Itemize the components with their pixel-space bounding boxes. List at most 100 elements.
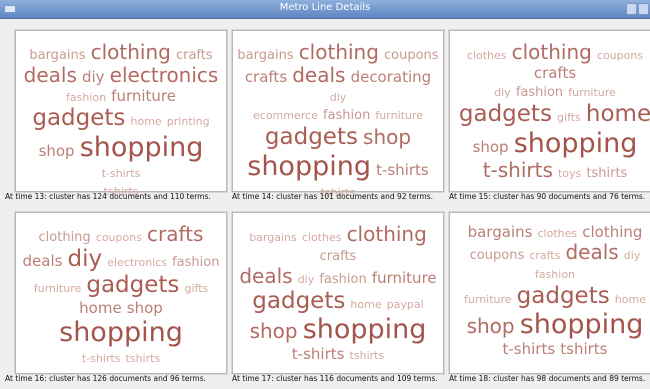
tag-term: clothing	[511, 40, 592, 64]
tag-term: crafts	[319, 249, 357, 264]
tag-term: clothing	[90, 40, 171, 64]
tag-term: clothes	[537, 227, 578, 240]
tag-term: tshirts	[349, 349, 385, 363]
tag-term: fashion	[534, 268, 576, 282]
tag-term: deals	[22, 252, 63, 270]
tag-term: clothing	[582, 223, 643, 241]
tag-term: crafts	[533, 64, 577, 82]
tag-term: crafts	[147, 222, 204, 246]
title-bar[interactable]: Metro Line Details	[0, 0, 650, 19]
tag-term: t-shirts	[81, 352, 121, 366]
cluster-caption: At time 17: cluster has 116 documents an…	[232, 374, 438, 383]
tag-term: furniture	[464, 292, 512, 306]
tag-term: t-shirts	[376, 160, 429, 179]
tag-term: shop	[363, 125, 412, 150]
tag-term: decorating	[350, 68, 432, 86]
tag-term: toys	[557, 166, 582, 180]
tag-term: deals	[239, 263, 293, 288]
tag-term: deals	[565, 240, 619, 265]
tag-term: fashion	[515, 85, 564, 101]
tag-term: electronics	[109, 63, 219, 87]
tag-cloud-panel: bargains clothes clothing coupons crafts …	[449, 212, 650, 374]
tag-term: diy	[623, 249, 641, 263]
tag-cloud-line: deals diy electronics	[20, 64, 222, 87]
tag-term: shopping	[247, 150, 371, 182]
tag-term: fashion	[319, 271, 367, 287]
tag-term: shop	[249, 319, 298, 344]
tag-term: crafts	[529, 249, 561, 263]
tag-term: home	[614, 292, 646, 306]
tag-cloud-line: bargains clothing crafts	[20, 41, 222, 64]
tag-cloud-line: t-shirts tshirts	[237, 345, 439, 363]
tag-cloud-line: home shop shopping	[20, 299, 222, 348]
tag-cloud-line: furniture gadgets gifts	[20, 272, 222, 298]
cluster-caption: At time 15: cluster has 90 documents and…	[449, 192, 646, 201]
tag-term: t-shirts	[502, 340, 556, 359]
tag-cloud-line: deals diy fashion furniture	[237, 263, 439, 288]
tag-term: clothes	[301, 231, 342, 244]
tag-term: shop	[38, 141, 75, 160]
tag-cloud-line: fashion furniture	[20, 87, 222, 105]
tag-term: bargains	[237, 48, 294, 63]
tag-term: t-shirts	[101, 166, 141, 180]
tag-cloud-line: crafts deals decorating diy	[237, 64, 439, 105]
tag-term: electronics	[107, 256, 168, 269]
metro-line-details-window: Metro Line Details bargains clothing cra…	[0, 0, 650, 389]
tag-cloud-line: shop shopping t-shirts	[20, 132, 222, 181]
tag-term: shopping	[79, 131, 204, 163]
tag-cloud-line: clothes clothing coupons crafts	[454, 41, 650, 82]
tag-cloud-line: coupons crafts deals diy fashion	[454, 241, 650, 282]
cluster-caption: At time 16: cluster has 126 documents an…	[5, 374, 206, 383]
tag-term: gadgets	[516, 282, 610, 309]
tag-cloud-line: t-shirts toys tshirts	[454, 158, 650, 182]
tag-term: diy	[67, 246, 103, 272]
tag-term: gifts	[184, 282, 209, 296]
tag-term: clothing	[298, 40, 379, 64]
tag-cloud: bargains clothes clothing crafts deals di…	[233, 223, 443, 364]
tag-term: gifts	[557, 111, 581, 125]
tag-term: gadgets	[86, 272, 180, 299]
tag-cloud: clothes clothing coupons crafts diy fashi…	[450, 41, 650, 182]
tag-cloud-line: shop shopping	[237, 314, 439, 345]
minimize-icon[interactable]	[626, 3, 637, 15]
tag-cloud-line: gadgets home printing	[20, 105, 222, 131]
tag-cloud-line: shop shopping	[454, 128, 650, 159]
tag-term: coupons	[384, 48, 439, 63]
tag-cloud: bargains clothing crafts deals diy electr…	[16, 41, 226, 200]
tag-cloud-line: t-shirts tshirts	[454, 340, 650, 358]
tag-term: shopping	[59, 317, 183, 349]
tag-term: furniture	[33, 282, 82, 296]
tag-cloud-line: ecommerce fashion furniture	[237, 105, 439, 124]
tag-cloud: bargains clothes clothing coupons crafts …	[450, 223, 650, 359]
tag-term: fashion	[322, 108, 371, 124]
tag-term: shopping	[513, 127, 638, 159]
tag-term: diy	[297, 272, 315, 286]
tag-term: shop	[472, 137, 509, 156]
tag-term: furniture	[568, 86, 616, 100]
cluster-caption: At time 14: cluster has 101 documents an…	[232, 192, 433, 201]
tag-term: gadgets	[458, 101, 552, 128]
tag-term: gadgets	[264, 124, 358, 151]
tag-term: coupons	[469, 248, 525, 264]
tag-term: gadgets	[32, 105, 126, 132]
tag-term: bargains	[467, 223, 533, 241]
tag-term: crafts	[175, 48, 213, 63]
tag-term: shop	[126, 298, 163, 317]
tag-term: coupons	[596, 49, 644, 62]
tag-term: furniture	[375, 109, 423, 123]
window-title: Metro Line Details	[279, 2, 371, 13]
cluster-caption: At time 18: cluster has 98 documents and…	[449, 374, 646, 383]
tag-term: deals	[292, 63, 346, 87]
tag-term: paypal	[386, 297, 424, 311]
close-icon[interactable]	[638, 3, 649, 15]
tag-term: crafts	[244, 68, 288, 86]
tag-term: clothing	[38, 230, 91, 245]
tag-cloud: bargains clothing coupons crafts deals de…	[233, 41, 443, 200]
tag-cloud-line: furniture gadgets home	[454, 283, 650, 309]
tag-term: bargains	[29, 48, 86, 63]
tag-cloud-line: shop shopping	[454, 309, 650, 340]
tag-term: shopping	[519, 309, 644, 341]
tag-term: tshirts	[125, 352, 161, 366]
tag-cloud-line: bargains clothes clothing crafts	[237, 223, 439, 265]
tag-term: home	[350, 297, 382, 311]
